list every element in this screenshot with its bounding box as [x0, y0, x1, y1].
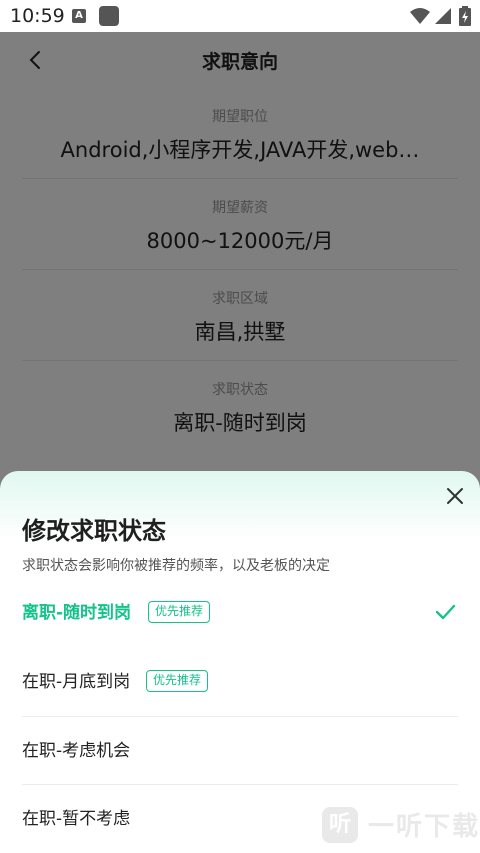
- wifi-icon: [410, 8, 430, 24]
- watermark-text: 一听下载: [368, 812, 480, 842]
- sheet-title: 修改求职状态: [22, 517, 166, 545]
- signal-icon: [435, 8, 451, 24]
- option-label: 在职-考虑机会: [22, 741, 131, 761]
- job-status-sheet: 修改求职状态 求职状态会影响你被推荐的频率，以及老板的决定 离职-随时到岗 优先…: [0, 471, 480, 852]
- option-resigned-immediate[interactable]: 离职-随时到岗 优先推荐: [22, 579, 458, 647]
- priority-badge: 优先推荐: [146, 670, 209, 692]
- close-icon[interactable]: [444, 485, 466, 507]
- priority-badge: 优先推荐: [148, 601, 211, 623]
- notification-a-icon: A: [72, 9, 86, 23]
- checkmark-icon: [435, 604, 456, 620]
- option-employed-considering[interactable]: 在职-考虑机会: [22, 717, 458, 785]
- status-bar: 10:59 A: [0, 0, 480, 32]
- watermark: 听 一听下载: [322, 806, 480, 843]
- option-label: 在职-暂不考虑: [22, 809, 131, 829]
- watermark-logo-icon: 听: [322, 806, 358, 843]
- option-label: 离职-随时到岗: [22, 603, 132, 623]
- status-time: 10:59: [10, 5, 65, 27]
- option-label: 在职-月底到岗: [22, 672, 131, 692]
- battery-icon: [459, 6, 471, 26]
- option-employed-month-end[interactable]: 在职-月底到岗 优先推荐: [22, 648, 458, 716]
- sheet-subtitle: 求职状态会影响你被推荐的频率，以及老板的决定: [22, 558, 330, 574]
- notification-app-icon: [99, 6, 119, 26]
